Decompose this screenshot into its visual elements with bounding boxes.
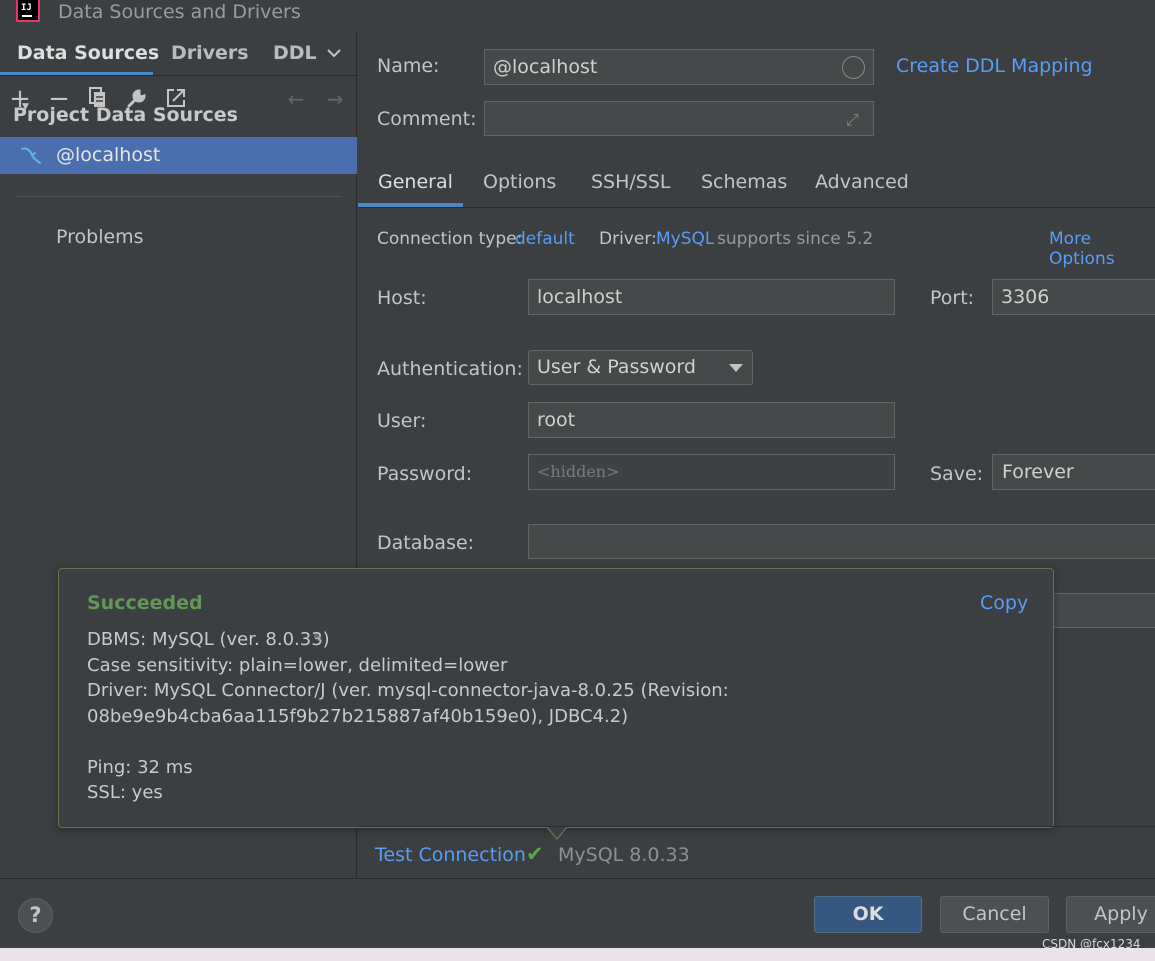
ping-line: Ping: 32 ms [87, 757, 193, 778]
driver-link[interactable]: MySQL [656, 229, 714, 249]
comment-input[interactable] [484, 101, 874, 136]
driver-revision-line: 08be9e9b4cba6aa115f9b27b215887af40b159e0… [87, 706, 629, 727]
dropdown-arrow-icon[interactable] [729, 364, 743, 372]
name-label: Name: [377, 55, 440, 77]
save-label: Save: [930, 463, 984, 485]
left-toolbar: + ▼ − ← → [0, 32, 357, 112]
tab-advanced[interactable]: Advanced [815, 171, 909, 193]
user-input[interactable]: root [528, 402, 895, 438]
expand-icon[interactable]: ⤢ [846, 110, 864, 129]
ok-button[interactable]: OK [814, 896, 922, 933]
ssl-line: SSL: yes [87, 782, 163, 803]
desktop-strip [0, 948, 1155, 961]
more-options-link[interactable]: More Options [1049, 229, 1155, 269]
apply-button[interactable]: Apply [1066, 896, 1155, 933]
tab-options[interactable]: Options [483, 171, 556, 193]
mysql-dolphin-icon [21, 147, 41, 164]
host-label: Host: [377, 287, 427, 309]
connection-type-label: Connection type: [377, 229, 523, 249]
save-select[interactable]: Forever [992, 454, 1155, 490]
data-source-label[interactable]: @localhost [56, 144, 160, 166]
host-input[interactable]: localhost [528, 279, 895, 315]
cancel-button[interactable]: Cancel [940, 896, 1049, 933]
authentication-select[interactable]: User & Password [528, 350, 753, 385]
dbms-line: DBMS: MySQL (ver. 8.0.33) [87, 629, 330, 650]
pencil-icon: ✎ [313, 632, 324, 647]
problems-item[interactable]: Problems [56, 226, 144, 248]
connection-type-link[interactable]: default [515, 229, 575, 249]
checkmark-icon: ✔ [526, 842, 544, 866]
driver-note: supports since 5.2 [717, 229, 874, 249]
user-label: User: [377, 410, 427, 432]
authentication-label: Authentication: [377, 358, 523, 380]
comment-label: Comment: [377, 108, 477, 130]
database-input[interactable] [528, 524, 1155, 559]
back-arrow-icon[interactable]: ← [284, 87, 308, 111]
case-sensitivity-line: Case sensitivity: plain=lower, delimited… [87, 655, 508, 676]
forward-arrow-icon[interactable]: → [323, 87, 347, 111]
window-title: Data Sources and Drivers [58, 1, 301, 23]
data-source-item[interactable] [0, 137, 357, 174]
tab-ssh-ssl[interactable]: SSH/SSL [591, 171, 671, 193]
test-result-text: MySQL 8.0.33 [558, 844, 690, 866]
name-input[interactable]: @localhost [484, 49, 874, 85]
popup-pointer-fill [547, 826, 567, 838]
color-circle-icon[interactable] [842, 56, 865, 79]
driver-line: Driver: MySQL Connector/J (ver. mysql-co… [87, 680, 729, 701]
test-connection-link[interactable]: Test Connection [375, 844, 526, 866]
driver-label: Driver: [599, 229, 657, 249]
port-input[interactable]: 3306 [992, 279, 1155, 315]
tab-schemas[interactable]: Schemas [701, 171, 787, 193]
port-label: Port: [930, 287, 975, 309]
app-logo-icon: IJ [16, 0, 40, 22]
password-input[interactable]: <hidden> [528, 454, 895, 490]
section-title: Project Data Sources [13, 104, 238, 126]
copy-link[interactable]: Copy [980, 592, 1028, 614]
database-label: Database: [377, 532, 475, 554]
divider [16, 196, 342, 197]
popup-status-title: Succeeded [87, 592, 203, 614]
help-button[interactable]: ? [18, 898, 53, 933]
tabs-divider [358, 207, 1155, 208]
tab-general[interactable]: General [378, 171, 453, 193]
test-divider [358, 826, 1155, 827]
watermark: CSDN @fcx1234 [1042, 937, 1141, 951]
password-label: Password: [377, 463, 473, 485]
create-ddl-mapping-link[interactable]: Create DDL Mapping [896, 55, 1093, 77]
